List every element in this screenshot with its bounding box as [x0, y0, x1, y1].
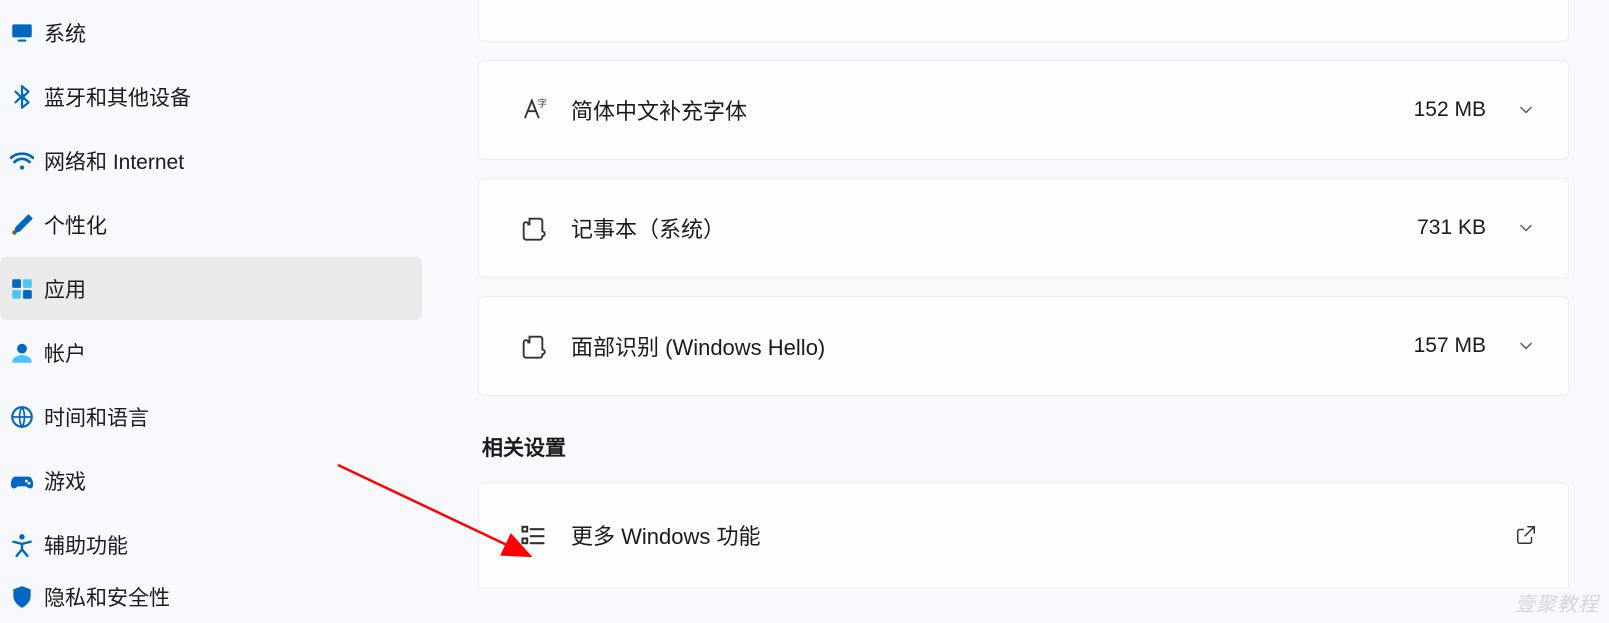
feature-row-fonts[interactable]: 字 简体中文补充字体 152 MB [478, 60, 1569, 160]
chevron-down-icon [1514, 100, 1538, 120]
feature-size: 157 MB [1414, 334, 1486, 358]
feature-row-partial[interactable] [478, 0, 1569, 42]
related-label: 更多 Windows 功能 [557, 519, 1514, 551]
feature-label: 记事本（系统） [557, 212, 1417, 244]
svg-text:字: 字 [538, 98, 547, 109]
sidebar-item-apps[interactable]: 应用 [0, 257, 422, 320]
list-icon [509, 521, 557, 549]
sidebar-item-privacy[interactable]: 隐私和安全性 [0, 577, 422, 617]
chevron-down-icon [1514, 336, 1538, 356]
sidebar-item-label: 个性化 [44, 210, 107, 240]
sidebar-item-label: 隐私和安全性 [44, 582, 170, 612]
chevron-down-icon [1514, 218, 1538, 238]
accounts-icon [0, 340, 44, 366]
sidebar-item-system[interactable]: 系统 [0, 1, 422, 64]
sidebar-item-bluetooth[interactable]: 蓝牙和其他设备 [0, 65, 422, 128]
sidebar-item-label: 辅助功能 [44, 530, 128, 560]
personalization-icon [0, 212, 44, 238]
sidebar-item-label: 帐户 [44, 338, 86, 368]
bluetooth-icon [0, 84, 44, 110]
sidebar-item-label: 时间和语言 [44, 402, 149, 432]
piece-icon [509, 214, 557, 242]
gaming-icon [0, 468, 44, 494]
network-icon [0, 148, 44, 174]
sidebar-item-label: 应用 [44, 274, 86, 304]
sidebar-item-network[interactable]: 网络和 Internet [0, 129, 422, 192]
related-settings-heading: 相关设置 [482, 432, 1569, 462]
accessibility-icon [0, 532, 44, 558]
sidebar-item-time-language[interactable]: 时间和语言 [0, 385, 422, 448]
sidebar: 系统 蓝牙和其他设备 网络和 Internet 个性化 应用 帐户 时间和语 [0, 0, 428, 623]
feature-label: 简体中文补充字体 [557, 94, 1414, 126]
sidebar-item-accessibility[interactable]: 辅助功能 [0, 513, 422, 576]
content-area: 字 简体中文补充字体 152 MB 记事本（系统） 731 KB 面部识别 (W… [428, 0, 1609, 623]
apps-icon [0, 276, 44, 302]
sidebar-item-label: 系统 [44, 18, 86, 48]
sidebar-item-accounts[interactable]: 帐户 [0, 321, 422, 384]
feature-row-notepad[interactable]: 记事本（系统） 731 KB [478, 178, 1569, 278]
sidebar-item-label: 游戏 [44, 466, 86, 496]
feature-label: 面部识别 (Windows Hello) [557, 330, 1414, 362]
font-icon: 字 [509, 96, 557, 124]
time-language-icon [0, 404, 44, 430]
related-row-more-features[interactable]: 更多 Windows 功能 [478, 482, 1569, 587]
sidebar-item-label: 蓝牙和其他设备 [44, 82, 191, 112]
feature-size: 731 KB [1417, 216, 1486, 240]
feature-size: 152 MB [1414, 98, 1486, 122]
open-external-icon [1514, 524, 1538, 546]
system-icon [0, 20, 44, 46]
sidebar-item-label: 网络和 Internet [44, 146, 184, 176]
sidebar-item-personalization[interactable]: 个性化 [0, 193, 422, 256]
sidebar-item-gaming[interactable]: 游戏 [0, 449, 422, 512]
privacy-icon [0, 584, 44, 610]
feature-row-hello[interactable]: 面部识别 (Windows Hello) 157 MB [478, 296, 1569, 396]
piece-icon [509, 332, 557, 360]
